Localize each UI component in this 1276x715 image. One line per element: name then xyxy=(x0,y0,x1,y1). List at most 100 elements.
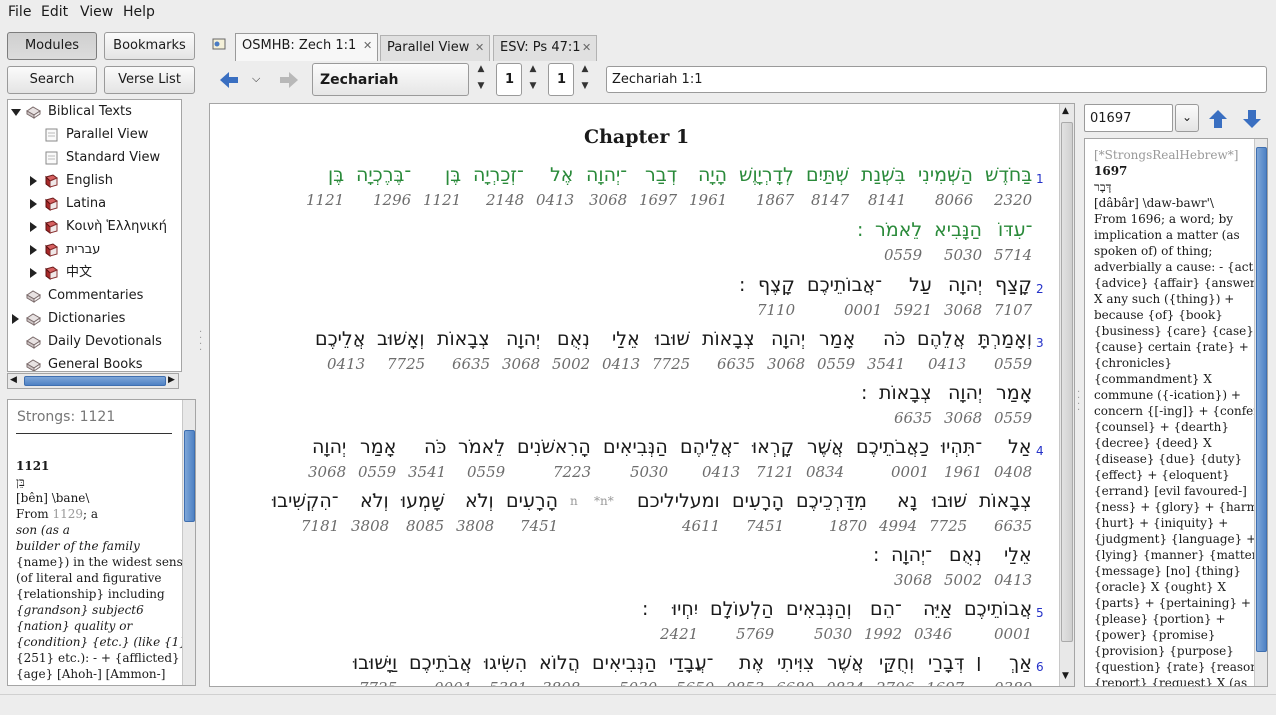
scroll-down-icon[interactable]: ▼ xyxy=(1062,671,1069,681)
strongs-number-link[interactable]: 0389 xyxy=(994,679,1032,686)
search-button[interactable]: Search xyxy=(7,66,97,94)
strongs-number-link[interactable]: 0559 xyxy=(817,355,855,373)
hebrew-word[interactable]: צְבָאוֹת xyxy=(979,490,1032,512)
hebrew-word[interactable]: אֲשֶׁר xyxy=(827,652,864,674)
hebrew-word[interactable]: נָא xyxy=(897,490,917,512)
strongs-number-link[interactable]: 2148 xyxy=(486,191,524,209)
menu-help[interactable]: Help xyxy=(123,4,155,20)
reference-input[interactable]: Zechariah 1:1 xyxy=(606,66,1267,93)
hebrew-word[interactable]: יְהוָה xyxy=(948,382,982,404)
tab-2[interactable]: ESV: Ps 47:1 ✕ xyxy=(493,35,597,61)
left-splitter-handle[interactable]: · · · · xyxy=(199,328,202,356)
hebrew-word[interactable]: n xyxy=(570,494,578,508)
verse-number-4[interactable]: 4 xyxy=(1036,444,1044,458)
hebrew-word[interactable]: דְּבָרַי xyxy=(928,652,964,674)
strongs-number-link[interactable]: 1961 xyxy=(689,191,727,209)
strongs-number-link[interactable]: 3808 xyxy=(351,517,389,535)
verse-field[interactable]: 1 xyxy=(548,63,574,96)
collapse-triangle-icon[interactable] xyxy=(30,222,37,232)
hebrew-word[interactable]: יְהוָה xyxy=(771,328,805,350)
strongs-number-link[interactable]: 5030 xyxy=(630,463,668,481)
strongs-number-link[interactable]: 0559 xyxy=(994,409,1032,427)
hebrew-word[interactable]: בֶּן xyxy=(445,164,461,186)
tree-item-9[interactable]: Dictionaries xyxy=(8,308,180,330)
hebrew-word[interactable]: הָיָה xyxy=(698,164,727,186)
hebrew-word[interactable]: : xyxy=(857,219,863,241)
strongs-number-link[interactable]: 7223 xyxy=(553,463,591,481)
tree-item-8[interactable]: Commentaries xyxy=(8,285,180,307)
hebrew-word[interactable]: וְלֹא xyxy=(465,490,494,512)
module-tree[interactable]: Biblical Texts Parallel View Standard View… xyxy=(7,99,182,372)
hebrew-word[interactable]: ־עֲבָדַי xyxy=(669,652,714,674)
hebrew-word[interactable]: בַּחֹדֶשׁ xyxy=(985,164,1032,186)
strongs-number-link[interactable]: 6635 xyxy=(717,355,755,373)
tree-hscroll-thumb[interactable] xyxy=(24,376,166,386)
right-splitter-handle[interactable]: · · · · xyxy=(1077,388,1080,416)
back-arrow-icon[interactable] xyxy=(218,69,240,91)
hebrew-word[interactable]: בֶּן xyxy=(328,164,344,186)
strongs-number-link[interactable]: 0413 xyxy=(702,463,740,481)
strongs-number-link[interactable]: 8147 xyxy=(811,191,849,209)
strongs-number-link[interactable]: 1870 xyxy=(829,517,867,535)
menu-file[interactable]: File xyxy=(8,4,31,20)
hebrew-word[interactable]: אֲלֵהֶם xyxy=(917,328,966,350)
strongs-number-link[interactable]: 7451 xyxy=(746,517,784,535)
hebrew-word[interactable]: אֶל xyxy=(550,164,574,186)
chapter-field[interactable]: 1 xyxy=(496,63,522,96)
collapse-triangle-icon[interactable] xyxy=(30,245,37,255)
tree-item-2[interactable]: Standard View xyxy=(8,147,180,169)
hebrew-word[interactable]: ־יְהוָה xyxy=(586,164,627,186)
hebrew-word[interactable]: אָמַר xyxy=(996,382,1032,404)
hebrew-word[interactable]: עַל xyxy=(909,274,932,296)
hebrew-word[interactable]: ־בֶּרֶכְיָה xyxy=(356,164,411,186)
strongs-number-link[interactable]: 4994 xyxy=(879,517,917,535)
hebrew-word[interactable]: נְאֻם xyxy=(949,544,982,566)
hebrew-word[interactable]: אַיֵּה xyxy=(923,598,952,620)
strongs-number-link[interactable]: 7107 xyxy=(994,301,1032,319)
scroll-left-arrow-icon[interactable]: ◀ xyxy=(10,375,17,385)
tree-item-7[interactable]: 中文 xyxy=(8,262,180,284)
hebrew-word[interactable]: שׁוּבוּ xyxy=(655,328,690,350)
next-entry-down-arrow-icon[interactable] xyxy=(1241,108,1263,130)
strongs-number-link[interactable]: 0001 xyxy=(844,301,882,319)
verse-number-5[interactable]: 5 xyxy=(1036,606,1044,620)
strongs-search-input[interactable]: 01697 xyxy=(1084,104,1173,132)
strongs-number-link[interactable]: 3068 xyxy=(894,571,932,589)
strongs-number-link[interactable]: 0346 xyxy=(914,625,952,643)
collapse-triangle-icon[interactable] xyxy=(30,199,37,209)
strongs-number-link[interactable]: 3808 xyxy=(456,517,494,535)
previous-entry-up-arrow-icon[interactable] xyxy=(1207,108,1229,130)
hebrew-word[interactable]: ־הִקְשִׁיבוּ xyxy=(272,490,339,512)
hebrew-word[interactable]: דְבַר xyxy=(645,164,677,186)
tree-vertical-scrollbar[interactable] xyxy=(181,100,182,371)
collapse-triangle-icon[interactable] xyxy=(30,268,37,278)
scroll-up-icon[interactable]: ▲ xyxy=(1062,106,1069,116)
hebrew-word[interactable]: קָצַף xyxy=(995,274,1032,296)
menu-edit[interactable]: Edit xyxy=(41,4,68,20)
forward-arrow-icon[interactable] xyxy=(278,69,300,91)
hebrew-word[interactable]: אֲשֶׁר xyxy=(807,436,844,458)
hebrew-word[interactable]: אֲבֹתֵיכֶם xyxy=(409,652,472,674)
chapter-down-icon[interactable]: ▼ xyxy=(526,81,540,91)
hebrew-word[interactable]: הֲלוֹא xyxy=(539,652,580,674)
hebrew-word[interactable]: הַנְּבִיאִים xyxy=(603,436,668,458)
hebrew-word[interactable]: הַלְעוֹלָם xyxy=(710,598,774,620)
hebrew-word[interactable]: אַל xyxy=(1008,436,1032,458)
strongs-number-link[interactable]: 7725 xyxy=(359,679,397,686)
hebrew-word[interactable]: וַיָּשׁוּבוּ xyxy=(353,652,397,674)
collapse-triangle-icon[interactable] xyxy=(30,176,37,186)
expand-triangle-icon[interactable] xyxy=(11,109,21,116)
strongs-number-link[interactable]: 1697 xyxy=(639,191,677,209)
book-down-icon[interactable]: ▼ xyxy=(474,81,488,91)
tab-0[interactable]: OSMHB: Zech 1:1 ✕ xyxy=(235,33,378,61)
strongs-number-link[interactable]: 1296 xyxy=(373,191,411,209)
strongs-number-link[interactable]: 3808 xyxy=(542,679,580,686)
strongs-scroll-thumb[interactable] xyxy=(184,430,195,522)
bible-text-pane[interactable]: Chapter 1 1 בַּחֹדֶשׁ 2320 הַשְּׁמִינִי 8066… xyxy=(209,103,1075,687)
tree-item-11[interactable]: General Books xyxy=(8,354,180,371)
strongs-number-link[interactable]: 1121 xyxy=(306,191,344,209)
hebrew-word[interactable]: מִדַּרְכֵיכֶם xyxy=(796,490,867,512)
strongs-number-link[interactable]: 0413 xyxy=(994,571,1032,589)
strongs-number-link[interactable]: 1697 xyxy=(926,679,964,686)
hebrew-word[interactable]: וְאָמַרְתָּ xyxy=(978,328,1032,350)
